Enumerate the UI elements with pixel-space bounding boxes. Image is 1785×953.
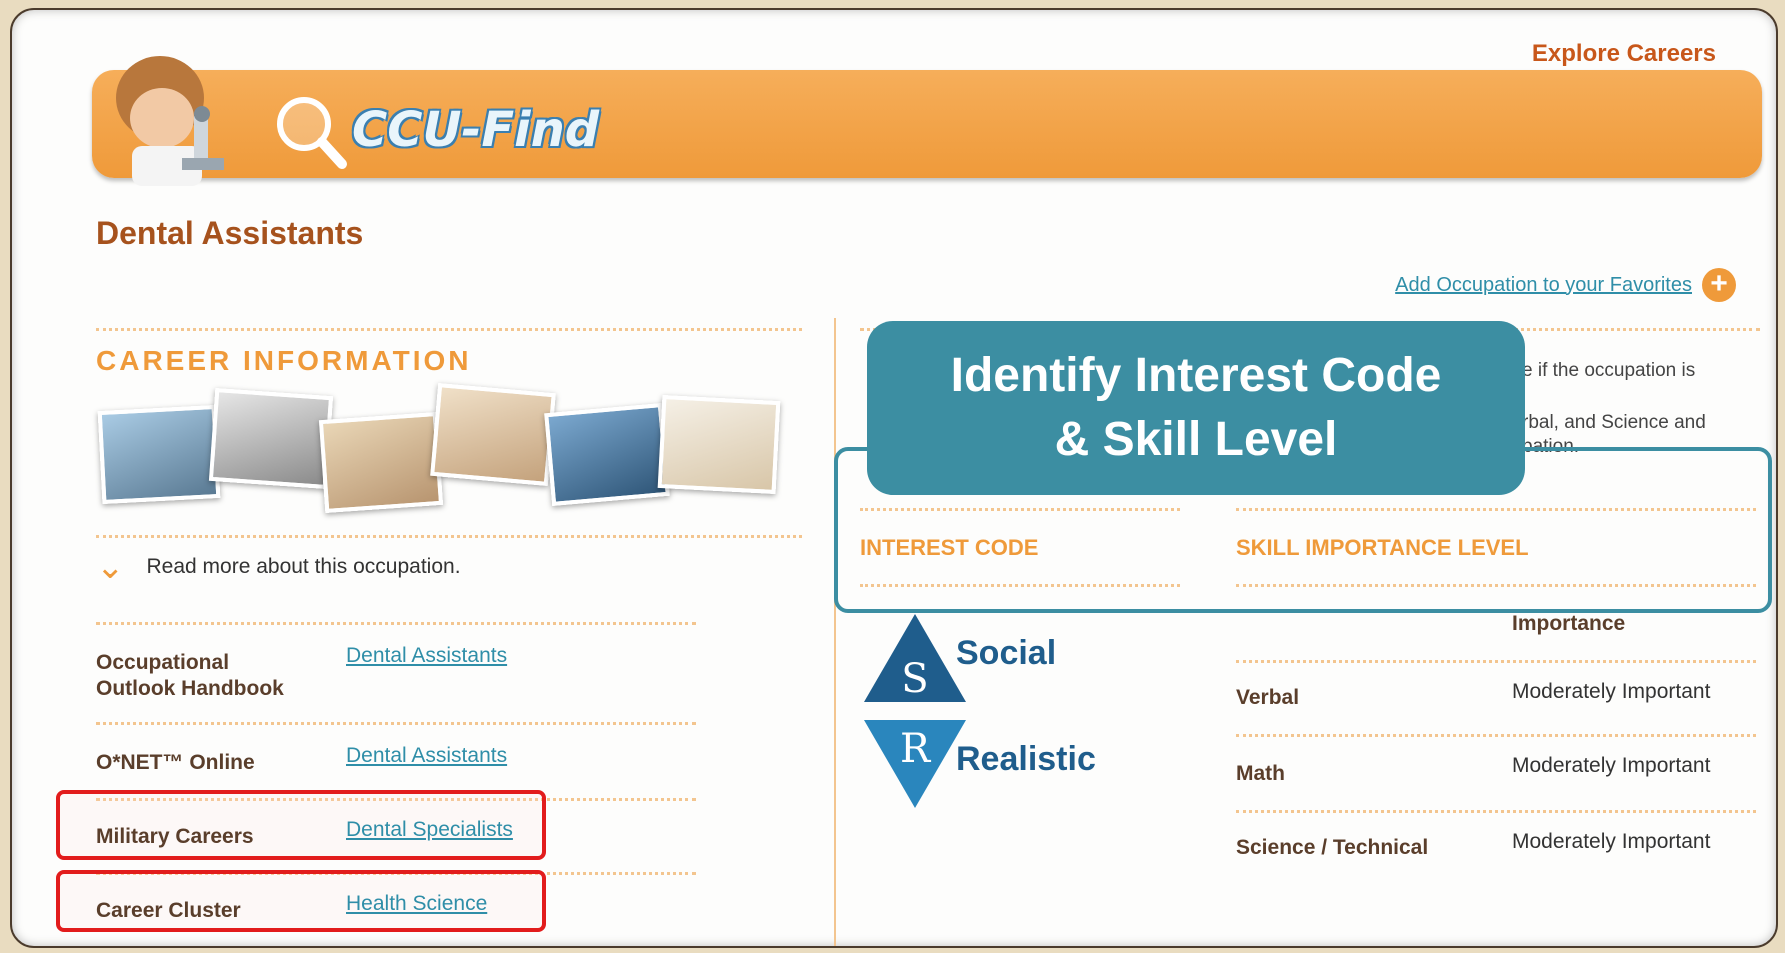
career-photo-strip — [97, 380, 790, 514]
skill-level: Moderately Important — [1512, 754, 1711, 777]
app-window: Explore Careers CCU-Find Dental Assistan… — [10, 8, 1778, 948]
read-more-link[interactable]: Read more about this occupation. — [147, 555, 461, 579]
read-more-row[interactable]: ⌄ Read more about this occupation. — [96, 548, 461, 586]
divider — [860, 584, 1180, 587]
column-divider — [834, 318, 836, 946]
svg-text:S: S — [901, 656, 928, 702]
divider — [1236, 734, 1756, 737]
magnifier-icon — [277, 97, 347, 169]
partial-description: e if the occupation is — [1522, 360, 1696, 381]
skill-name: Verbal — [1236, 686, 1300, 709]
photo-lab — [208, 387, 334, 490]
callout-line: & Skill Level — [1054, 413, 1338, 466]
social-label: Social — [956, 634, 1057, 672]
realistic-label: Realistic — [956, 740, 1096, 778]
chevron-down-icon: ⌄ — [96, 548, 125, 586]
occu-find-logo: CCU-Find — [272, 90, 599, 170]
photo-airplane — [97, 404, 221, 505]
resource-label: Military Careers — [96, 825, 254, 848]
svg-text:R: R — [900, 726, 932, 772]
resource-link[interactable]: Dental Assistants — [346, 744, 507, 768]
divider — [1236, 584, 1756, 587]
resource-link[interactable]: Dental Assistants — [346, 644, 507, 668]
child-microscope-image — [116, 56, 224, 186]
page-title: Dental Assistants — [96, 215, 364, 251]
divider — [1236, 508, 1756, 511]
add-favorites-link[interactable]: Add Occupation to your Favorites — [1395, 274, 1692, 297]
divider — [96, 722, 696, 725]
photo-woman — [657, 394, 781, 495]
resource-label: O*NET™ Online — [96, 751, 255, 774]
skill-level: Moderately Important — [1512, 830, 1711, 853]
resource-link[interactable]: Health Science — [346, 892, 487, 916]
realistic-triangle-icon: R — [864, 720, 966, 808]
explore-careers-link[interactable]: Explore Careers — [1532, 40, 1716, 68]
resource-label: Occupational Outlook Handbook — [96, 651, 284, 700]
divider — [1236, 810, 1756, 813]
divider — [96, 622, 696, 625]
photo-nurse — [430, 383, 556, 486]
partial-description: rbal, and Science and — [1522, 412, 1706, 433]
logo-text: CCU-Find — [352, 102, 600, 158]
skill-name: Science / Technical — [1236, 836, 1429, 859]
interest-code-heading: INTEREST CODE — [860, 535, 1039, 560]
callout-line: Identify Interest Code — [950, 349, 1442, 402]
importance-column-header: Importance — [1512, 612, 1626, 635]
resource-label: Career Cluster — [96, 899, 241, 922]
divider — [96, 328, 802, 331]
career-information-heading: CAREER INFORMATION — [96, 345, 472, 376]
divider — [1236, 660, 1756, 663]
skill-importance-heading: SKILL IMPORTANCE LEVEL — [1236, 535, 1529, 560]
skill-level: Moderately Important — [1512, 680, 1711, 703]
annotation-callout: Identify Interest Code & Skill Level — [867, 321, 1525, 495]
divider — [860, 508, 1180, 511]
plus-icon[interactable]: + — [1702, 268, 1736, 302]
photo-child — [318, 411, 444, 514]
social-triangle-icon: S — [864, 614, 966, 702]
photo-chef — [544, 403, 670, 506]
divider — [96, 535, 802, 538]
add-favorites[interactable]: Add Occupation to your Favorites + — [1395, 268, 1736, 302]
skill-name: Math — [1236, 762, 1285, 785]
resource-link[interactable]: Dental Specialists — [346, 818, 513, 842]
